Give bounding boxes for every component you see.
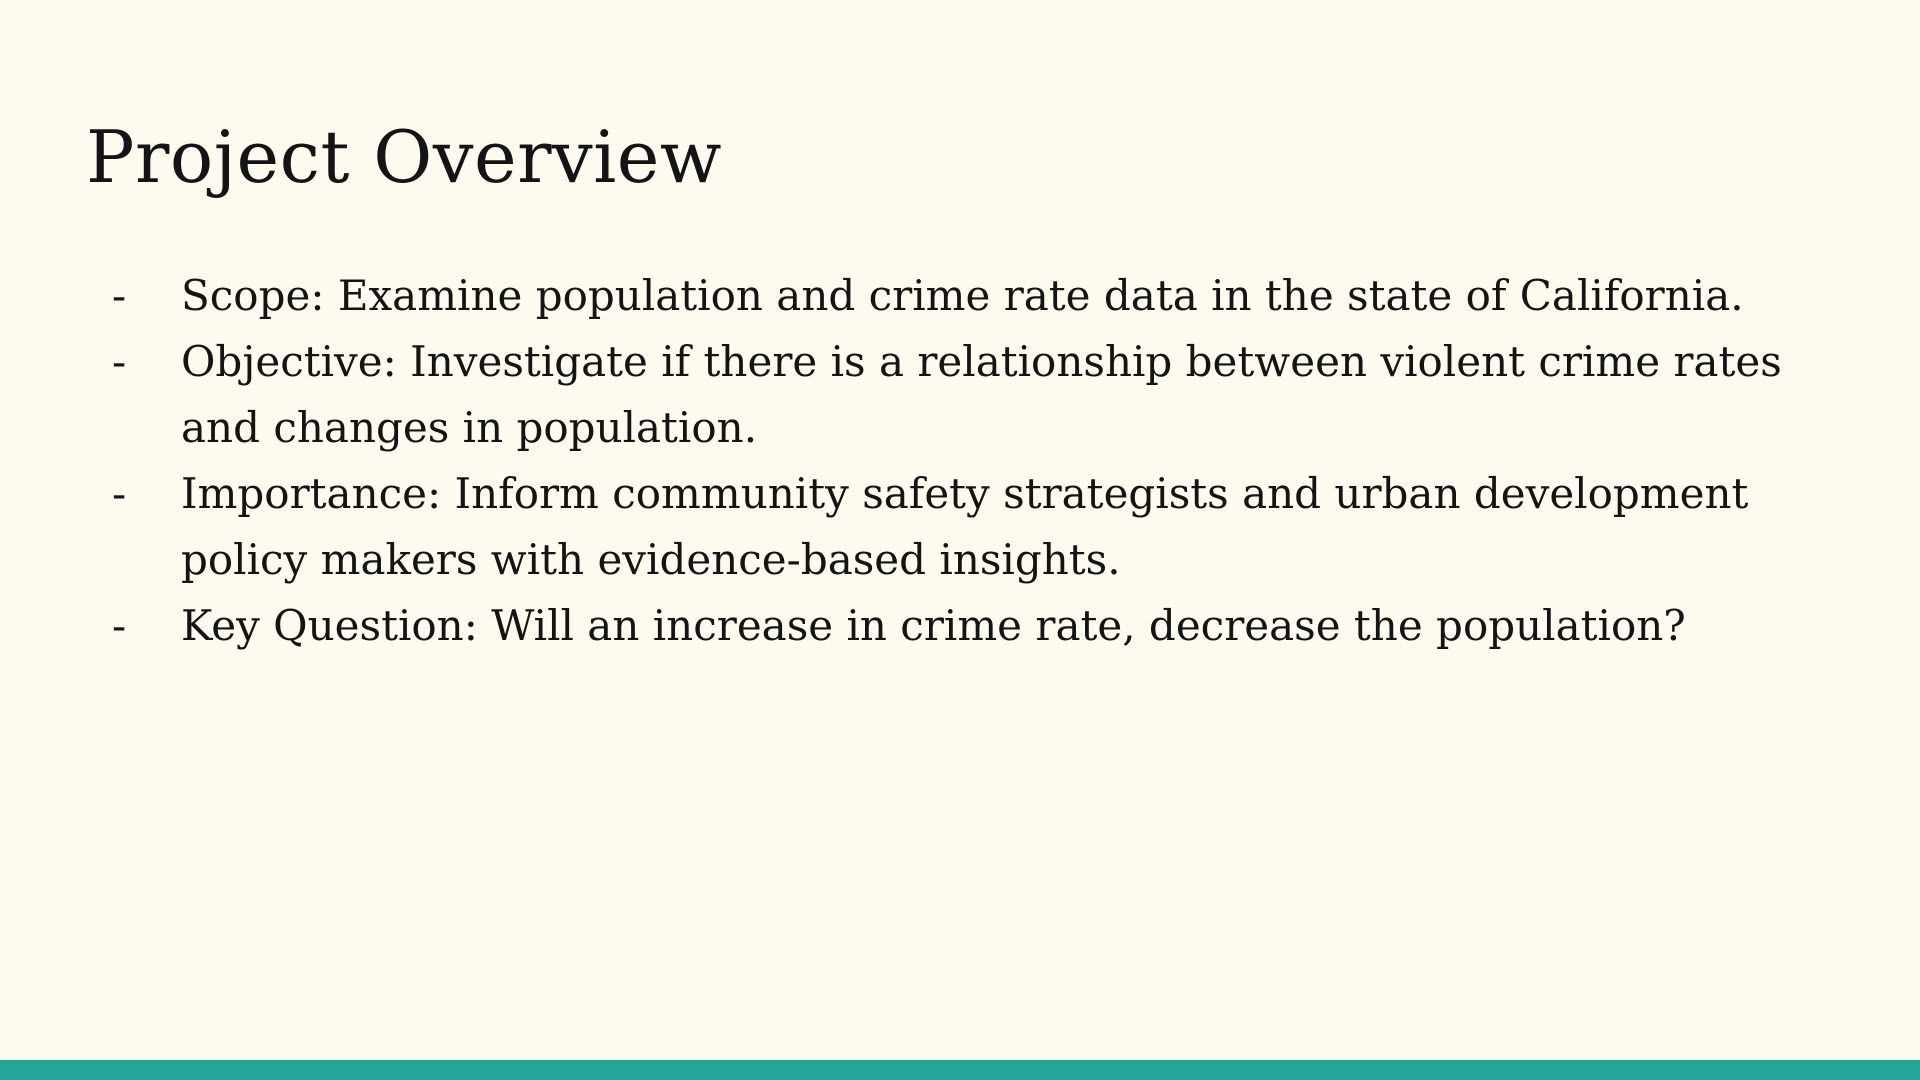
bullet-item-objective: - Objective: Investigate if there is a r… [112, 329, 1852, 461]
bullet-text-key-question: Key Question: Will an increase in crime … [181, 601, 1686, 650]
bullet-text-scope: Scope: Examine population and crime rate… [181, 271, 1744, 320]
bullet-text-importance: Importance: Inform community safety stra… [181, 469, 1749, 584]
bullet-item-scope: - Scope: Examine population and crime ra… [112, 263, 1852, 329]
bullet-text-objective: Objective: Investigate if there is a rel… [181, 337, 1782, 452]
slide-title: Project Overview [86, 115, 722, 199]
footer-accent-bar [0, 1060, 1920, 1080]
slide: Project Overview - Scope: Examine popula… [0, 0, 1920, 1080]
bullet-marker: - [112, 469, 127, 518]
bullet-list: - Scope: Examine population and crime ra… [112, 263, 1852, 659]
bullet-item-key-question: - Key Question: Will an increase in crim… [112, 593, 1852, 659]
bullet-marker: - [112, 601, 127, 650]
bullet-marker: - [112, 337, 127, 386]
bullet-marker: - [112, 271, 127, 320]
bullet-item-importance: - Importance: Inform community safety st… [112, 461, 1852, 593]
